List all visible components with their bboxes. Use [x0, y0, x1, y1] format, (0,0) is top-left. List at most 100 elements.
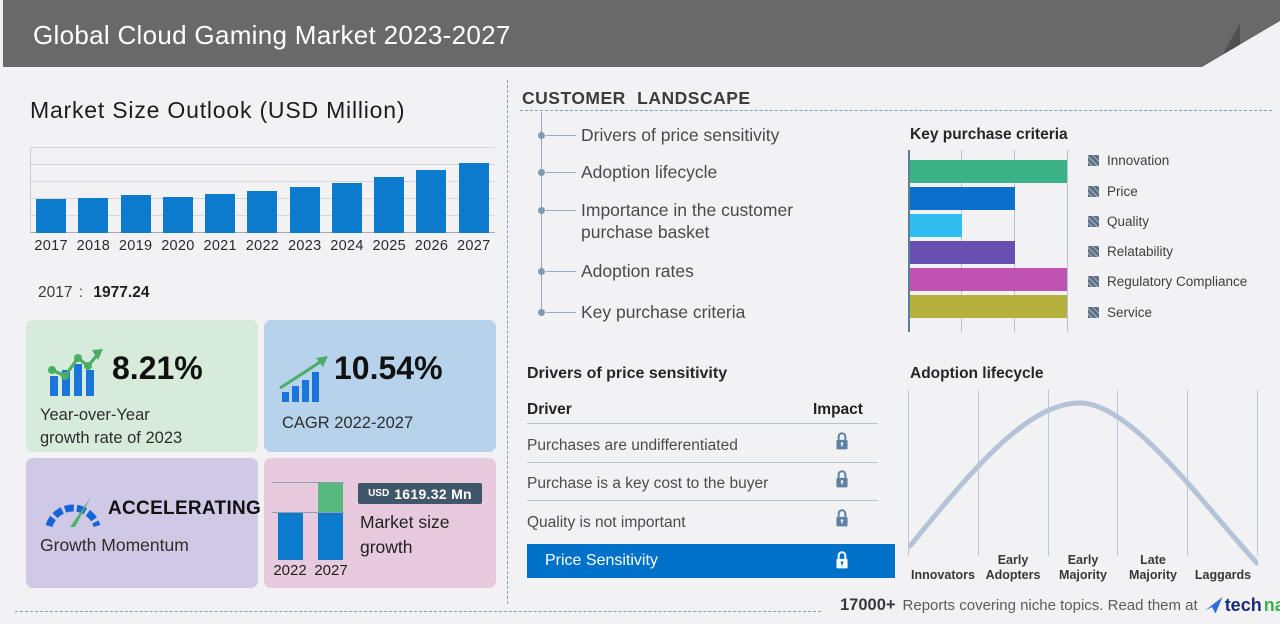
- bar-2020: [163, 197, 193, 234]
- growth-amount-badge: USD 1619.32 Mn: [358, 483, 482, 504]
- table-separator: [527, 500, 878, 501]
- yoy-growth-card: 8.21% Year-over-Year growth rate of 2023: [26, 320, 258, 452]
- momentum-value: ACCELERATING: [108, 498, 261, 520]
- landscape-item-adoption-lifecycle: Adoption lifecycle: [581, 161, 717, 183]
- bar-2026: [416, 170, 446, 233]
- legend-swatch: [1088, 155, 1099, 166]
- hbar-regulatory-compliance: [910, 268, 1067, 291]
- stage-late-majority: Late Majority: [1118, 540, 1188, 582]
- axis-label: 2021: [199, 238, 241, 254]
- landscape-item-price-sensitivity: Drivers of price sensitivity: [581, 124, 779, 146]
- lock-icon: [834, 431, 850, 451]
- list-dot: [538, 268, 545, 275]
- axis-label: 2027: [453, 238, 495, 254]
- hbar-service: [910, 295, 1067, 318]
- table-separator: [527, 423, 878, 424]
- legend-label: Relatability: [1107, 244, 1173, 259]
- base-value: 1977.24: [93, 284, 149, 301]
- market-size-growth-card: 2022 2027 USD 1619.32 Mn Market size gro…: [264, 458, 496, 588]
- bar-2017: [36, 199, 66, 233]
- column-header-impact: Impact: [813, 401, 863, 419]
- reference-line: [272, 512, 344, 513]
- adoption-lifecycle-title: Adoption lifecycle: [910, 365, 1044, 383]
- vertical-divider: [507, 80, 508, 604]
- bar-2023: [290, 187, 320, 233]
- growth-xlabel-2022: 2022: [272, 562, 308, 579]
- momentum-label: Growth Momentum: [40, 534, 189, 557]
- adoption-lifecycle-chart: [908, 390, 1258, 556]
- landscape-item-adoption-rates: Adoption rates: [581, 260, 694, 282]
- highlight-label: Price Sensitivity: [545, 552, 658, 570]
- legend-label: Price: [1107, 184, 1138, 199]
- axis-label: 2019: [115, 238, 157, 254]
- bar-2019: [121, 195, 151, 233]
- brand-tech: tech: [1225, 595, 1262, 616]
- yoy-label-line1: Year-over-Year: [40, 404, 182, 427]
- adoption-lifecycle-stages: Innovators Early Adopters Early Majority…: [908, 540, 1258, 582]
- gridline: [1067, 150, 1068, 332]
- infographic-page: Global Cloud Gaming Market 2023-2027 Mar…: [0, 0, 1280, 624]
- bar-2022: [247, 191, 277, 233]
- bar-trend-icon: [48, 348, 104, 400]
- technavio-arrow-icon: [1205, 597, 1223, 614]
- yoy-value: 8.21%: [112, 350, 203, 387]
- hbar-relatability: [910, 241, 1015, 264]
- market-size-title: Market Size Outlook (USD Million): [30, 97, 405, 124]
- reference-line: [272, 482, 344, 483]
- legend-swatch: [1088, 276, 1099, 287]
- base-year: 2017: [38, 284, 72, 301]
- technavio-logo: tech navio: [1205, 595, 1280, 616]
- cagr-value: 10.54%: [334, 350, 443, 387]
- amount-value: 1619.32 Mn: [394, 486, 472, 502]
- growth-label-line2: growth: [360, 535, 449, 560]
- market-size-xlabels: 2017201820192020202120222023202420252026…: [30, 238, 495, 254]
- corner-fold-icon: [1202, 21, 1280, 67]
- speedometer-icon: [42, 482, 104, 530]
- legend-swatch: [1088, 186, 1099, 197]
- footer: 17000+ Reports covering niche topics. Re…: [840, 595, 1280, 616]
- list-dot: [538, 169, 545, 176]
- kpc-title: Key purchase criteria: [910, 126, 1068, 144]
- mini-bar-2027-base: [318, 513, 343, 560]
- cagr-card: 10.54% CAGR 2022-2027: [264, 320, 496, 452]
- report-count: 17000+: [840, 596, 896, 615]
- column-header-driver: Driver: [527, 401, 572, 419]
- table-row: Purchase is a key cost to the buyer: [527, 475, 768, 493]
- bar-2018: [78, 198, 108, 234]
- yoy-label-line2: growth rate of 2023: [40, 427, 182, 450]
- kpc-chart: [908, 150, 1068, 332]
- growth-xlabel-2027: 2027: [313, 562, 349, 579]
- table-row: Quality is not important: [527, 514, 686, 532]
- lock-icon: [834, 469, 850, 489]
- legend-label: Service: [1107, 305, 1152, 320]
- header-bar: Global Cloud Gaming Market 2023-2027: [3, 0, 1280, 67]
- legend-label: Innovation: [1107, 153, 1169, 168]
- cagr-trend-icon: [278, 356, 330, 402]
- stage-innovators: Innovators: [908, 540, 978, 582]
- legend-label: Quality: [1107, 214, 1149, 229]
- table-separator: [527, 462, 878, 463]
- stage-laggards: Laggards: [1188, 540, 1258, 582]
- lock-icon: [834, 508, 850, 528]
- mini-bar-2027-growth: [318, 483, 343, 513]
- landscape-item-key-purchase-criteria: Key purchase criteria: [581, 301, 745, 323]
- list-tick: [546, 210, 576, 211]
- market-size-chart: [30, 148, 495, 233]
- axis-label: 2025: [368, 238, 410, 254]
- gridline: [30, 147, 495, 148]
- legend-swatch: [1088, 307, 1099, 318]
- stage-early-adopters: Early Adopters: [978, 540, 1048, 582]
- brand-navio: navio: [1264, 595, 1280, 616]
- gridline: [30, 164, 495, 165]
- page-title: Global Cloud Gaming Market 2023-2027: [33, 20, 511, 51]
- hbar-quality: [910, 214, 962, 237]
- stage-early-majority: Early Majority: [1048, 540, 1118, 582]
- legend-label: Regulatory Compliance: [1107, 274, 1247, 289]
- lock-icon: [834, 550, 850, 570]
- list-dot: [538, 207, 545, 214]
- bar-2025: [374, 177, 404, 233]
- table-row: Purchases are undifferentiated: [527, 437, 738, 455]
- list-tick: [546, 135, 576, 136]
- axis-label: 2026: [410, 238, 452, 254]
- growth-label-line1: Market size: [360, 510, 449, 535]
